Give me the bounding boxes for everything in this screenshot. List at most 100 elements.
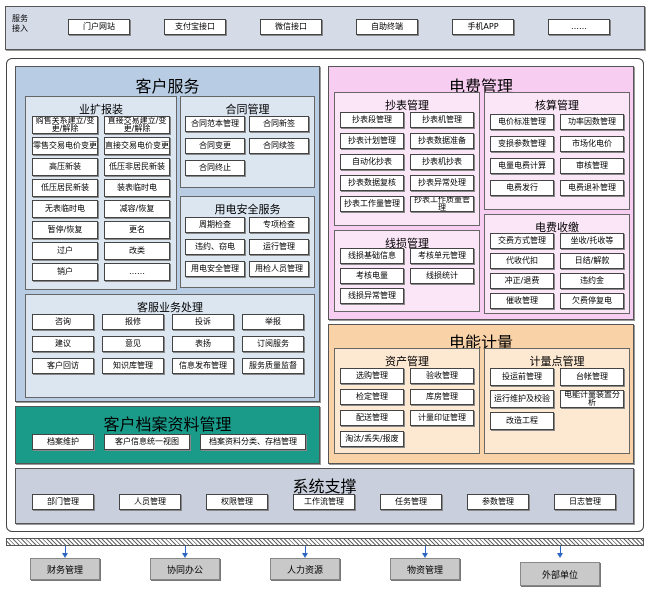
meter-reading-item[interactable]: 抄表机抄表 bbox=[410, 154, 474, 170]
point-item[interactable]: 台帐管理 bbox=[560, 368, 624, 386]
access-item[interactable]: 微信接口 bbox=[260, 19, 322, 35]
safety-item[interactable]: 违约、窃电 bbox=[185, 239, 245, 255]
asset-item[interactable]: 检定管理 bbox=[340, 389, 404, 405]
contract-item[interactable]: 合同变更 bbox=[185, 138, 245, 154]
business-item[interactable]: …… bbox=[104, 263, 170, 281]
business-item[interactable]: 直接交易建立/变更/解除 bbox=[104, 116, 170, 134]
contract-item[interactable]: 合同续签 bbox=[249, 138, 309, 154]
meter-reading-item[interactable]: 抄表机管理 bbox=[410, 112, 474, 128]
external-system[interactable]: 外部单位 bbox=[520, 562, 600, 586]
handling-item[interactable]: 投诉 bbox=[172, 314, 234, 330]
accounting-item[interactable]: 市场化电价 bbox=[560, 136, 624, 152]
external-system[interactable]: 物资管理 bbox=[390, 558, 460, 580]
external-system[interactable]: 人力资源 bbox=[270, 558, 340, 580]
accounting-item[interactable]: 功率因数管理 bbox=[560, 114, 624, 130]
collection-item[interactable]: 坐收/托收等 bbox=[560, 233, 624, 249]
safety-item[interactable]: 运行管理 bbox=[249, 239, 309, 255]
handling-item[interactable]: 举报 bbox=[242, 314, 304, 330]
line-loss-item[interactable]: 考核电量 bbox=[340, 268, 404, 284]
point-item[interactable]: 改造工程 bbox=[490, 412, 554, 430]
point-item[interactable]: 电能计量装置分析 bbox=[560, 390, 624, 408]
safety-item[interactable]: 周期检查 bbox=[185, 217, 245, 233]
system-item[interactable]: 日志管理 bbox=[554, 494, 616, 510]
access-item[interactable]: 自助终端 bbox=[356, 19, 418, 35]
collection-item[interactable]: 交费方式管理 bbox=[490, 233, 554, 249]
line-loss-item[interactable]: 线损异常管理 bbox=[340, 288, 404, 304]
accounting-item[interactable]: 电价标准管理 bbox=[490, 114, 554, 130]
accounting-item[interactable]: 电量电费计算 bbox=[490, 158, 554, 174]
handling-item[interactable]: 建议 bbox=[32, 336, 94, 352]
safety-item[interactable]: 专项检查 bbox=[249, 217, 309, 233]
access-item[interactable]: 支付宝接口 bbox=[164, 19, 226, 35]
meter-reading-item[interactable]: 抄表工作质量管理 bbox=[410, 196, 474, 212]
meter-reading-item[interactable]: 抄表计划管理 bbox=[340, 133, 404, 149]
access-item[interactable]: 门户网站 bbox=[68, 19, 130, 35]
business-item[interactable]: 减容/恢复 bbox=[104, 200, 170, 218]
handling-item[interactable]: 客户回访 bbox=[32, 358, 94, 374]
collection-item[interactable]: 违约金 bbox=[560, 273, 624, 289]
asset-item[interactable]: 配送管理 bbox=[340, 410, 404, 426]
external-system[interactable]: 协同办公 bbox=[150, 558, 220, 580]
external-system[interactable]: 财务管理 bbox=[30, 558, 100, 580]
access-item[interactable]: …… bbox=[548, 19, 610, 35]
collection-item[interactable]: 欠费停复电 bbox=[560, 293, 624, 309]
asset-item[interactable]: 验收管理 bbox=[410, 368, 474, 384]
safety-item[interactable]: 用电安全管理 bbox=[185, 261, 245, 277]
meter-reading-item[interactable]: 抄表段管理 bbox=[340, 112, 404, 128]
business-item[interactable]: 销户 bbox=[32, 263, 98, 281]
contract-item[interactable]: 合同终止 bbox=[185, 160, 245, 176]
asset-item[interactable]: 选购管理 bbox=[340, 368, 404, 384]
asset-item[interactable]: 库房管理 bbox=[410, 389, 474, 405]
meter-reading-item[interactable]: 抄表数据准备 bbox=[410, 133, 474, 149]
system-item[interactable]: 部门管理 bbox=[32, 494, 94, 510]
business-item[interactable]: 高压新装 bbox=[32, 158, 98, 176]
accounting-item[interactable]: 电费退补管理 bbox=[560, 180, 624, 196]
system-item[interactable]: 参数管理 bbox=[467, 494, 529, 510]
line-loss-item[interactable]: 线损基础信息 bbox=[340, 248, 404, 264]
collection-item[interactable]: 日结/解款 bbox=[560, 253, 624, 269]
business-item[interactable]: 低压居民新装 bbox=[32, 179, 98, 197]
business-item[interactable]: 过户 bbox=[32, 242, 98, 260]
contract-item[interactable]: 合同新签 bbox=[249, 116, 309, 132]
handling-item[interactable]: 表扬 bbox=[172, 336, 234, 352]
archive-item[interactable]: 档案维护 bbox=[32, 434, 94, 450]
collection-item[interactable]: 催收管理 bbox=[490, 293, 554, 309]
handling-item[interactable]: 意见 bbox=[102, 336, 164, 352]
point-item[interactable]: 运行维护及校验 bbox=[490, 390, 554, 408]
handling-item[interactable]: 信息发布管理 bbox=[172, 358, 234, 374]
handling-item[interactable]: 服务质量监督 bbox=[242, 358, 304, 374]
meter-reading-item[interactable]: 抄表数据复核 bbox=[340, 175, 404, 191]
system-item[interactable]: 权限管理 bbox=[206, 494, 268, 510]
business-item[interactable]: 零售交易电价变更 bbox=[32, 137, 98, 155]
accounting-item[interactable]: 电费发行 bbox=[490, 180, 554, 196]
contract-item[interactable]: 合同范本管理 bbox=[185, 116, 245, 132]
archive-item[interactable]: 档案资料分类、存档管理 bbox=[200, 434, 306, 450]
point-item[interactable]: 投运前管理 bbox=[490, 368, 554, 386]
business-item[interactable]: 装表临时电 bbox=[104, 179, 170, 197]
meter-reading-item[interactable]: 自动化抄表 bbox=[340, 154, 404, 170]
handling-item[interactable]: 订阅服务 bbox=[242, 336, 304, 352]
business-item[interactable]: 改类 bbox=[104, 242, 170, 260]
meter-reading-item[interactable]: 抄表异常处理 bbox=[410, 175, 474, 191]
collection-item[interactable]: 代收代扣 bbox=[490, 253, 554, 269]
meter-reading-item[interactable]: 抄表工作量管理 bbox=[340, 196, 404, 212]
business-item[interactable]: 购售关系建立/变更/解除 bbox=[32, 116, 98, 134]
access-item[interactable]: 手机APP bbox=[452, 19, 514, 35]
collection-item[interactable]: 冲正/退费 bbox=[490, 273, 554, 289]
business-item[interactable]: 更名 bbox=[104, 221, 170, 239]
business-item[interactable]: 无表临时电 bbox=[32, 200, 98, 218]
business-item[interactable]: 低压非居民新装 bbox=[104, 158, 170, 176]
system-item[interactable]: 人员管理 bbox=[119, 494, 181, 510]
business-item[interactable]: 暂停/恢复 bbox=[32, 221, 98, 239]
system-item[interactable]: 工作流管理 bbox=[293, 494, 355, 510]
line-loss-item[interactable]: 线损统计 bbox=[410, 268, 474, 284]
archive-item[interactable]: 客户信息统一视图 bbox=[104, 434, 190, 450]
line-loss-item[interactable]: 考核单元管理 bbox=[410, 248, 474, 264]
handling-item[interactable]: 知识库管理 bbox=[102, 358, 164, 374]
asset-item[interactable]: 计量印证管理 bbox=[410, 410, 474, 426]
handling-item[interactable]: 报修 bbox=[102, 314, 164, 330]
handling-item[interactable]: 咨询 bbox=[32, 314, 94, 330]
accounting-item[interactable]: 变损参数管理 bbox=[490, 136, 554, 152]
system-item[interactable]: 任务管理 bbox=[380, 494, 442, 510]
asset-item[interactable]: 淘汰/丢失/报废 bbox=[340, 431, 404, 447]
